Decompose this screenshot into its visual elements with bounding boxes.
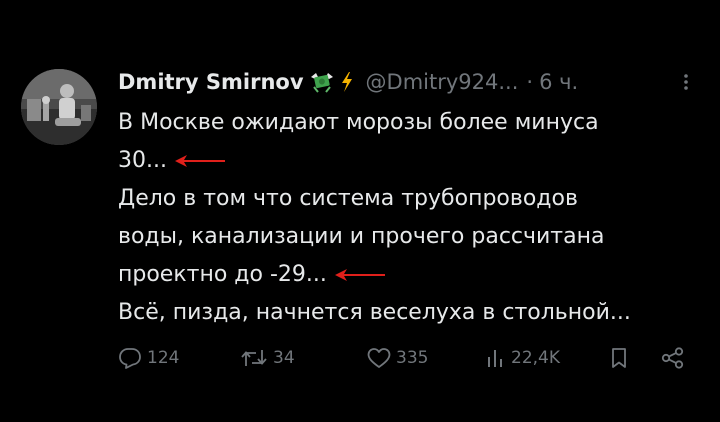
tweet-line-2: 30... — [118, 148, 167, 173]
like-button[interactable]: 335 — [366, 340, 428, 376]
money-with-wings-icon — [310, 71, 334, 93]
bookmark-icon — [608, 346, 630, 370]
tweet-text: В Москве ожидают морозы более минуса 30.… — [118, 104, 708, 332]
tweet-line-6: Всё, пизда, начнется веселуха в стольной… — [118, 300, 631, 325]
more-options-icon[interactable] — [676, 72, 696, 92]
author-handle[interactable]: @Dmitry924... — [366, 70, 519, 94]
timestamp[interactable]: 6 ч. — [539, 70, 578, 94]
reply-icon — [117, 346, 143, 370]
tweet-line-4: воды, канализации и прочего рассчитана — [118, 224, 605, 249]
views-count: 22,4K — [511, 348, 560, 368]
tweet-line-5: проектно до -29... — [118, 262, 327, 287]
avatar[interactable] — [21, 69, 97, 145]
separator-dot: · — [526, 70, 534, 94]
avatar-photo — [21, 69, 97, 145]
share-icon — [660, 346, 686, 370]
bar-chart-icon — [485, 346, 507, 370]
like-count: 335 — [396, 348, 429, 368]
tweet-line-2-wrap: 30... — [118, 142, 708, 180]
action-bar: 124 34 335 22,4K — [0, 340, 720, 376]
views-button[interactable]: 22,4K — [485, 340, 560, 376]
retweet-icon — [239, 346, 269, 370]
retweet-count: 34 — [273, 348, 295, 368]
tweet-line-1: В Москве ожидают морозы более минуса — [118, 110, 599, 135]
red-arrow-icon — [174, 155, 225, 167]
tweet-header: Dmitry Smirnov @Dmitry924... · 6 ч. — [118, 67, 578, 97]
red-arrow-icon — [334, 269, 385, 281]
reply-count: 124 — [147, 348, 180, 368]
author-name[interactable]: Dmitry Smirnov — [118, 70, 304, 94]
retweet-button[interactable]: 34 — [239, 340, 295, 376]
tweet-line-3: Дело в том что система трубопроводов — [118, 186, 578, 211]
share-button[interactable] — [660, 340, 686, 376]
tweet-line-5-wrap: проектно до -29... — [118, 256, 708, 294]
tweet[interactable]: Dmitry Smirnov @Dmitry924... · 6 ч. В Мо… — [0, 0, 720, 422]
bookmark-button[interactable] — [608, 340, 630, 376]
lightning-icon — [340, 71, 354, 93]
reply-button[interactable]: 124 — [117, 340, 179, 376]
heart-icon — [366, 346, 392, 370]
